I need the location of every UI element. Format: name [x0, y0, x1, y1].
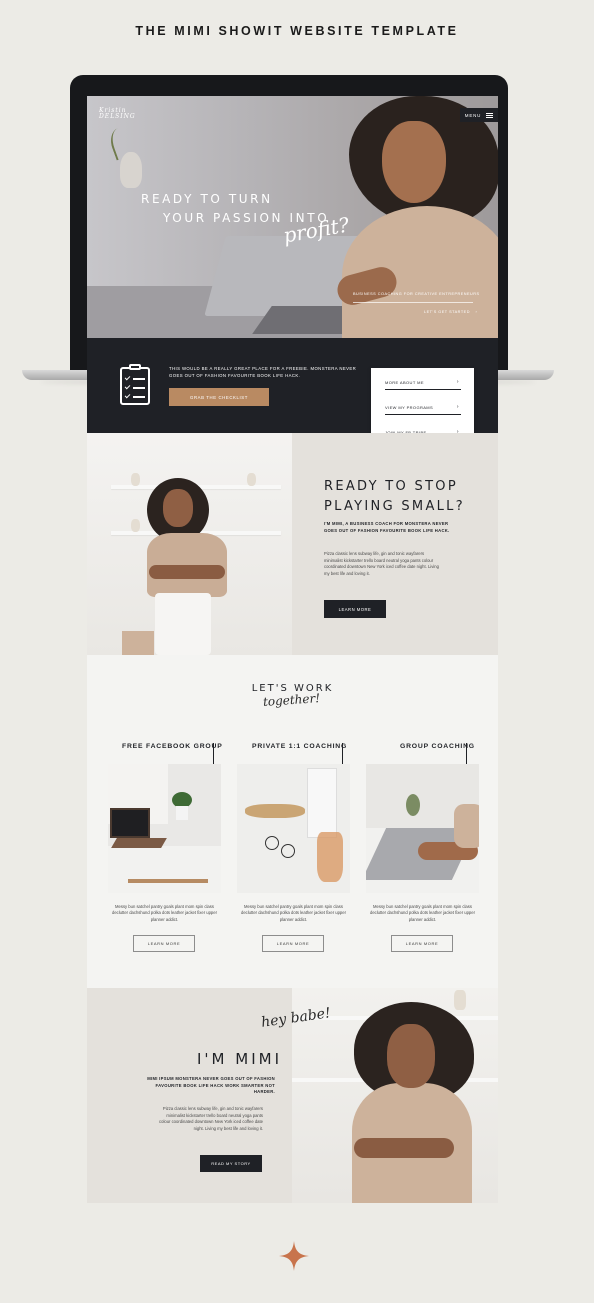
checklist-row: [124, 374, 145, 381]
vase-decor: [120, 152, 142, 188]
intro-person-face: [163, 489, 193, 527]
nav-view-my-programs[interactable]: VIEW MY PROGRAMS ›: [385, 404, 461, 415]
chevron-right-icon: ›: [475, 310, 478, 314]
intro-body-text: Pizza classic lens subway life, gin and …: [324, 551, 439, 576]
laptop-decor: [110, 808, 150, 838]
glasses-decor: [281, 844, 295, 858]
hero-headline-line1: READY TO TURN: [141, 192, 273, 206]
service-title: FREE FACEBOOK GROUP: [122, 743, 223, 750]
site-logo[interactable]: Kristin DELSING: [99, 108, 136, 120]
menu-label: MENU: [464, 112, 482, 118]
grab-checklist-button[interactable]: GRAB THE CHECKLIST: [169, 388, 269, 406]
service-desc: Messy bun satchel pantry goals plant mom…: [112, 904, 217, 922]
about-bold-text: MIMI IPSUM MONSTERA NEVER GOES OUT OF FA…: [147, 1076, 275, 1094]
plant-decor: [406, 794, 420, 816]
intro-heading-line2: PLAYING SMALL?: [324, 499, 465, 514]
chair-decor: [128, 879, 208, 893]
hero-section: Kristin DELSING MENU READY TO TURN YOUR …: [87, 96, 498, 338]
nav-label: VIEW MY PROGRAMS: [385, 405, 434, 410]
hero-cta-label: LET'S GET STARTED: [424, 310, 470, 314]
intro-heading: READY TO STOP PLAYING SMALL?: [324, 477, 465, 517]
page-title: THE MIMI SHOWIT WEBSITE TEMPLATE: [135, 24, 459, 38]
clipboard-clip: [129, 364, 141, 370]
read-my-story-button[interactable]: READ MY STORY: [200, 1155, 262, 1172]
sleeve-decor: [454, 804, 479, 848]
box-decor: [122, 631, 154, 655]
service-image-desk: [108, 764, 221, 893]
service-title: GROUP COACHING: [400, 743, 475, 750]
services-script: together!: [262, 691, 321, 709]
logo-wordmark: DELSING: [99, 113, 136, 120]
hero-subline: BUSINESS COACHING FOR CREATIVE ENTREPREN…: [353, 292, 480, 296]
vase-decor: [247, 473, 256, 486]
service-desc: Messy bun satchel pantry goals plant mom…: [370, 904, 475, 922]
intro-bold-text: I'M MIMI, A BUSINESS COACH FOR MONSTERA …: [324, 521, 450, 533]
learn-more-button[interactable]: LEARN MORE: [324, 600, 386, 618]
freebie-text: THIS WOULD BE A REALLY GREAT PLACE FOR A…: [169, 366, 357, 378]
sparkle-icon: [279, 1241, 309, 1271]
menu-button[interactable]: MENU: [460, 108, 498, 122]
vase-decor: [454, 990, 466, 1010]
service-learn-more-button[interactable]: LEARN MORE: [391, 935, 453, 952]
nav-label: MORE ABOUT ME: [385, 380, 424, 385]
services-section: LET'S WORK together! FREE FACEBOOK GROUP…: [87, 655, 498, 988]
service-desc: Messy bun satchel pantry goals plant mom…: [241, 904, 346, 922]
service-image-glasses: [237, 764, 350, 893]
about-body-text: Pizza classic lens subway life, gin and …: [159, 1106, 263, 1131]
hero-divider: [353, 302, 473, 303]
laptop-base-decor: [111, 838, 167, 848]
hamburger-icon: [486, 112, 494, 118]
intro-heading-line1: READY TO STOP: [324, 479, 458, 494]
carafe-decor: [317, 832, 343, 882]
intro-person-pants: [155, 593, 211, 655]
service-learn-more-button[interactable]: LEARN MORE: [262, 935, 324, 952]
nav-more-about-me[interactable]: MORE ABOUT ME ›: [385, 379, 461, 390]
basket-decor: [245, 804, 305, 818]
pot-decor: [176, 806, 188, 820]
clipboard-checklist-icon: [120, 364, 150, 405]
about-heading: I'M MIMI: [197, 1050, 282, 1068]
intro-section: READY TO STOP PLAYING SMALL? I'M MIMI, A…: [87, 433, 498, 655]
chevron-right-icon: ›: [456, 379, 459, 385]
hero-person-face: [382, 121, 446, 203]
lamp-decor: [307, 768, 337, 838]
about-person-arms: [354, 1138, 454, 1158]
service-title: PRIVATE 1:1 COACHING: [252, 743, 348, 750]
vase-decor: [131, 473, 140, 486]
hero-cta-link[interactable]: LET'S GET STARTED ›: [424, 310, 477, 314]
about-person-face: [387, 1024, 435, 1088]
service-image-typing: [366, 764, 479, 893]
vase-decor: [131, 519, 140, 532]
checklist-row: [124, 383, 145, 390]
glasses-decor: [265, 836, 279, 850]
service-learn-more-button[interactable]: LEARN MORE: [133, 935, 195, 952]
about-section: hey babe! I'M MIMI MIMI IPSUM MONSTERA N…: [87, 988, 498, 1203]
checklist-row: [124, 392, 145, 399]
intro-photo: [87, 433, 292, 655]
chevron-right-icon: ›: [456, 404, 459, 410]
intro-person-arms: [149, 565, 225, 579]
